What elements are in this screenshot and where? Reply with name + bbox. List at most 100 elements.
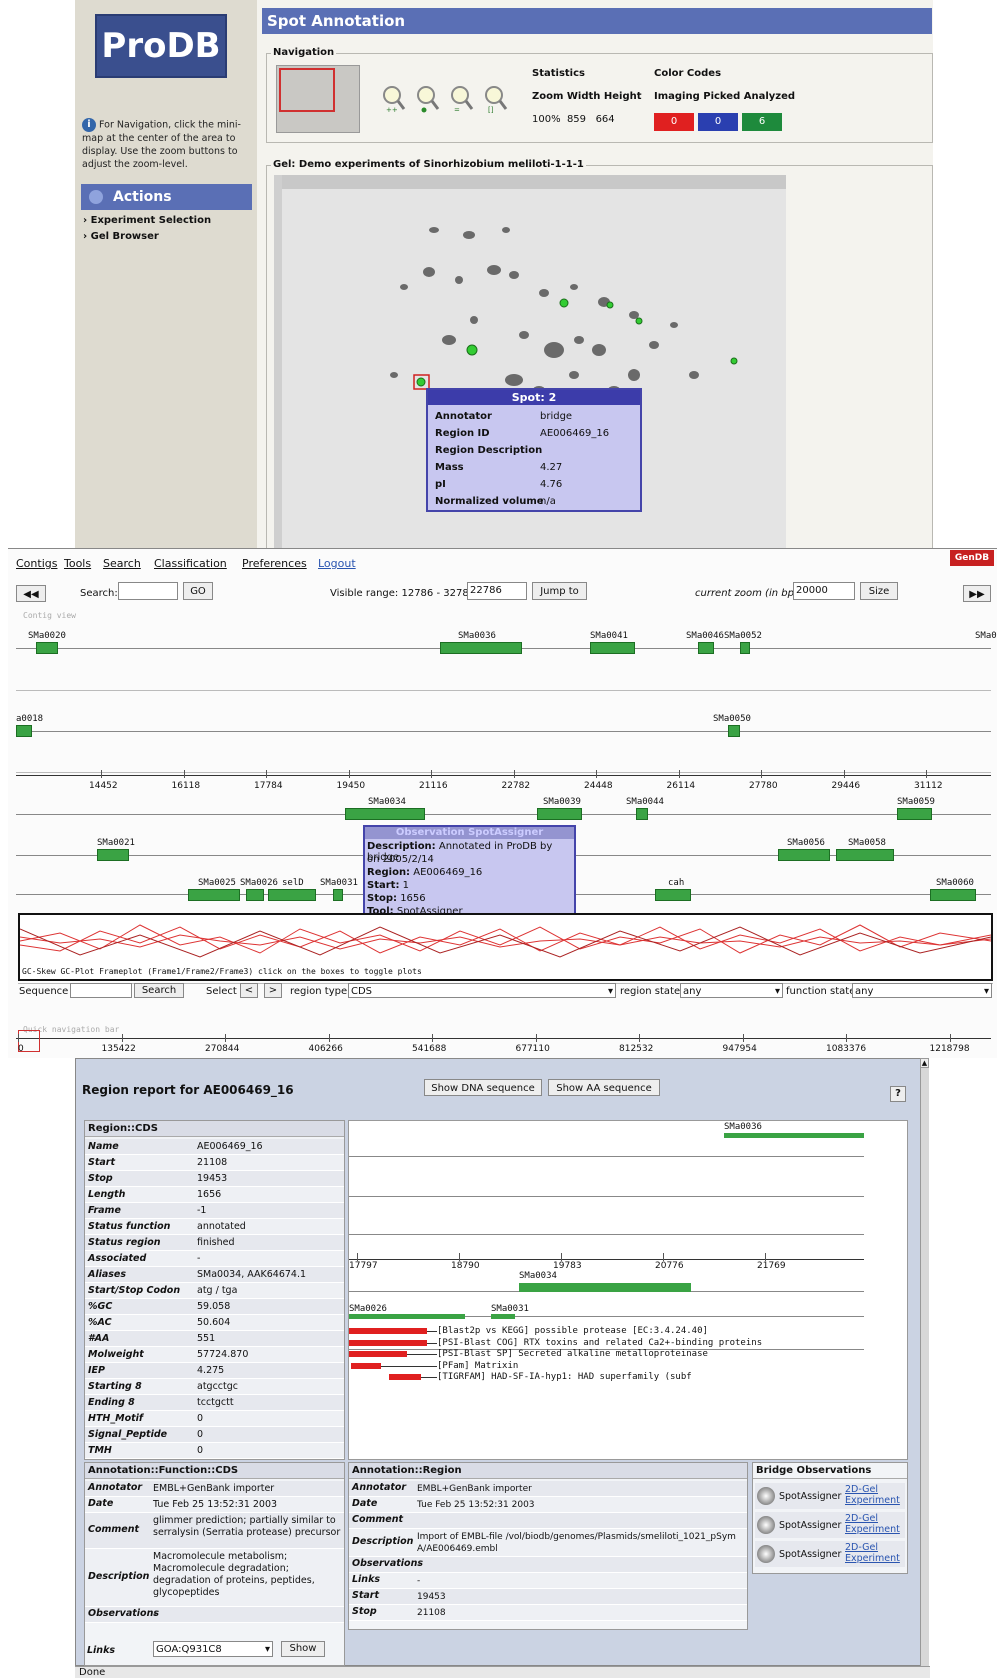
ruler-tick-mark xyxy=(843,770,845,778)
gene-bar[interactable] xyxy=(519,1283,691,1292)
spot-tooltip-title: Spot: 2 xyxy=(428,390,640,405)
scroll-left-button[interactable]: ◀◀ xyxy=(16,585,46,602)
menu-contigs[interactable]: Contigs xyxy=(16,557,57,570)
gene-arrow[interactable] xyxy=(778,849,830,861)
cds-value: 1656 xyxy=(197,1189,222,1200)
scroll-up-icon[interactable]: ▲ xyxy=(920,1058,929,1068)
cds-row: Starting 8 atgcctgc xyxy=(85,1379,344,1395)
gene-arrow[interactable] xyxy=(246,889,264,901)
range-start-input[interactable]: 22786 xyxy=(467,582,527,600)
gene-arrow[interactable] xyxy=(537,808,582,820)
gene-arrow[interactable] xyxy=(590,642,635,654)
cds-row: Status function annotated xyxy=(85,1219,344,1235)
region-key: Links xyxy=(352,1574,381,1585)
scrollbar[interactable] xyxy=(920,1058,929,1666)
size-button[interactable]: Size xyxy=(860,582,898,600)
gene-arrow[interactable] xyxy=(440,642,522,654)
visible-range-label: Visible range: 12786 - 32786 xyxy=(330,588,476,599)
gene-arrow[interactable] xyxy=(333,889,343,901)
bridge-link[interactable]: 2D-Gel Experiment xyxy=(845,1513,903,1535)
action-experiment-selection[interactable]: › Experiment Selection xyxy=(83,215,211,226)
gene-arrow[interactable] xyxy=(97,849,129,861)
links-select[interactable]: GOA:Q931C8 ▾ xyxy=(153,1641,273,1657)
jump-to-button[interactable]: Jump to xyxy=(532,582,587,600)
function-state-select[interactable]: any ▾ xyxy=(852,983,992,998)
blast-hit-label[interactable]: [PSI-Blast SP] Secreted alkaline metallo… xyxy=(437,1349,708,1359)
ruler-tick-mark xyxy=(101,770,102,778)
blast-hit-label[interactable]: [PSI-Blast COG] RTX toxins and related C… xyxy=(437,1338,762,1348)
blast-hit-label[interactable]: [Blast2p vs KEGG] possible protease [EC:… xyxy=(437,1326,708,1336)
blast-hit-bar[interactable] xyxy=(349,1339,427,1346)
gene-arrow[interactable] xyxy=(655,889,691,901)
gene-bar[interactable] xyxy=(491,1314,515,1319)
blast-hit-label[interactable]: [TIGRFAM] HAD-SF-IA-hyp1: HAD superfamil… xyxy=(437,1372,692,1382)
blast-hit-bar[interactable] xyxy=(349,1328,427,1334)
quicknav-tick-label: 541688 xyxy=(412,1044,447,1054)
action-label[interactable]: Gel Browser xyxy=(91,231,159,242)
gene-arrow[interactable] xyxy=(897,808,932,820)
region-key: Description xyxy=(352,1536,414,1547)
bridge-link[interactable]: 2D-Gel Experiment xyxy=(845,1484,903,1506)
gene-arrow[interactable] xyxy=(740,642,750,654)
bridge-link[interactable]: 2D-Gel Experiment xyxy=(845,1542,903,1564)
zoom-fit-icon[interactable]: [] xyxy=(485,86,508,114)
ruler-tick-label: 31112 xyxy=(914,781,943,791)
gene-arrow[interactable] xyxy=(345,808,425,820)
mini-map[interactable] xyxy=(276,65,360,133)
gc-plot-box[interactable]: GC-Skew GC-Plot Frameplot (Frame1/Frame2… xyxy=(18,913,993,981)
cds-key: Start/Stop Codon xyxy=(88,1285,181,1296)
action-gel-browser[interactable]: › Gel Browser xyxy=(83,231,159,242)
gene-label: SMa0026 xyxy=(349,1304,387,1314)
go-button[interactable]: GO xyxy=(183,582,213,600)
region-state-select[interactable]: any ▾ xyxy=(680,983,783,998)
gene-bar[interactable] xyxy=(724,1133,864,1138)
region-type-value: CDS xyxy=(351,986,373,997)
gel-label: Gel: Demo experiments of Sinorhizobium m… xyxy=(271,159,586,170)
blast-hit-label[interactable]: [PFam] Matrixin xyxy=(437,1361,518,1371)
zoom-reset-icon[interactable]: = xyxy=(451,86,474,114)
menu-classification[interactable]: Classification xyxy=(154,557,227,570)
gene-arrow[interactable] xyxy=(836,849,894,861)
gene-arrow[interactable] xyxy=(36,642,58,654)
blast-hit-bar[interactable] xyxy=(389,1374,421,1380)
gene-bar[interactable] xyxy=(349,1314,465,1319)
cds-value: tcctgctt xyxy=(197,1397,234,1408)
menu-preferences[interactable]: Preferences xyxy=(242,557,307,570)
menu-tools[interactable]: Tools xyxy=(64,557,91,570)
menu-search[interactable]: Search xyxy=(103,557,141,570)
menu-logout[interactable]: Logout xyxy=(318,557,356,570)
blast-hit-bar[interactable] xyxy=(351,1362,381,1369)
help-button[interactable]: ? xyxy=(890,1086,906,1102)
gene-arrow[interactable] xyxy=(636,808,648,820)
search-input[interactable] xyxy=(118,582,178,600)
sequence-search-button[interactable]: Search xyxy=(134,983,184,998)
svg-text:[]: [] xyxy=(488,106,494,114)
action-label[interactable]: Experiment Selection xyxy=(91,215,211,226)
gene-label: SMa0052 xyxy=(724,631,762,641)
zoom-out-icon[interactable] xyxy=(417,86,440,113)
gene-arrow[interactable] xyxy=(698,642,714,654)
select-prev-button[interactable]: < xyxy=(240,983,258,998)
sequence-input[interactable] xyxy=(70,983,132,998)
gene-arrow[interactable] xyxy=(728,725,740,737)
plot-legend[interactable]: GC-Skew GC-Plot Frameplot (Frame1/Frame2… xyxy=(22,967,422,976)
show-dna-button[interactable]: Show DNA sequence xyxy=(424,1079,542,1096)
ruler-tick-mark xyxy=(678,770,680,778)
gene-arrow[interactable] xyxy=(268,889,316,901)
region-type-select[interactable]: CDS ▾ xyxy=(348,983,616,998)
show-aa-button[interactable]: Show AA sequence xyxy=(548,1079,660,1096)
quicknav-ruler[interactable]: 0 135422 270844 406266 541688 677110 812532 947… xyxy=(0,1034,997,1056)
scroll-right-button[interactable]: ▶▶ xyxy=(963,585,991,602)
gene-arrow[interactable] xyxy=(16,725,32,737)
zoom-in-icon[interactable]: ++ xyxy=(383,86,406,114)
mini-map-viewport[interactable] xyxy=(279,68,335,112)
cds-row: %GC 59.058 xyxy=(85,1299,344,1315)
gene-arrow[interactable] xyxy=(930,889,976,901)
cds-key: Associated xyxy=(88,1253,147,1264)
region-key: Annotator xyxy=(352,1482,407,1493)
select-next-button[interactable]: > xyxy=(264,983,282,998)
links-show-button[interactable]: Show xyxy=(281,1641,325,1657)
blast-hit-bar[interactable] xyxy=(349,1351,407,1357)
zoom-input[interactable]: 20000 xyxy=(793,582,855,600)
gene-arrow[interactable] xyxy=(188,889,240,901)
